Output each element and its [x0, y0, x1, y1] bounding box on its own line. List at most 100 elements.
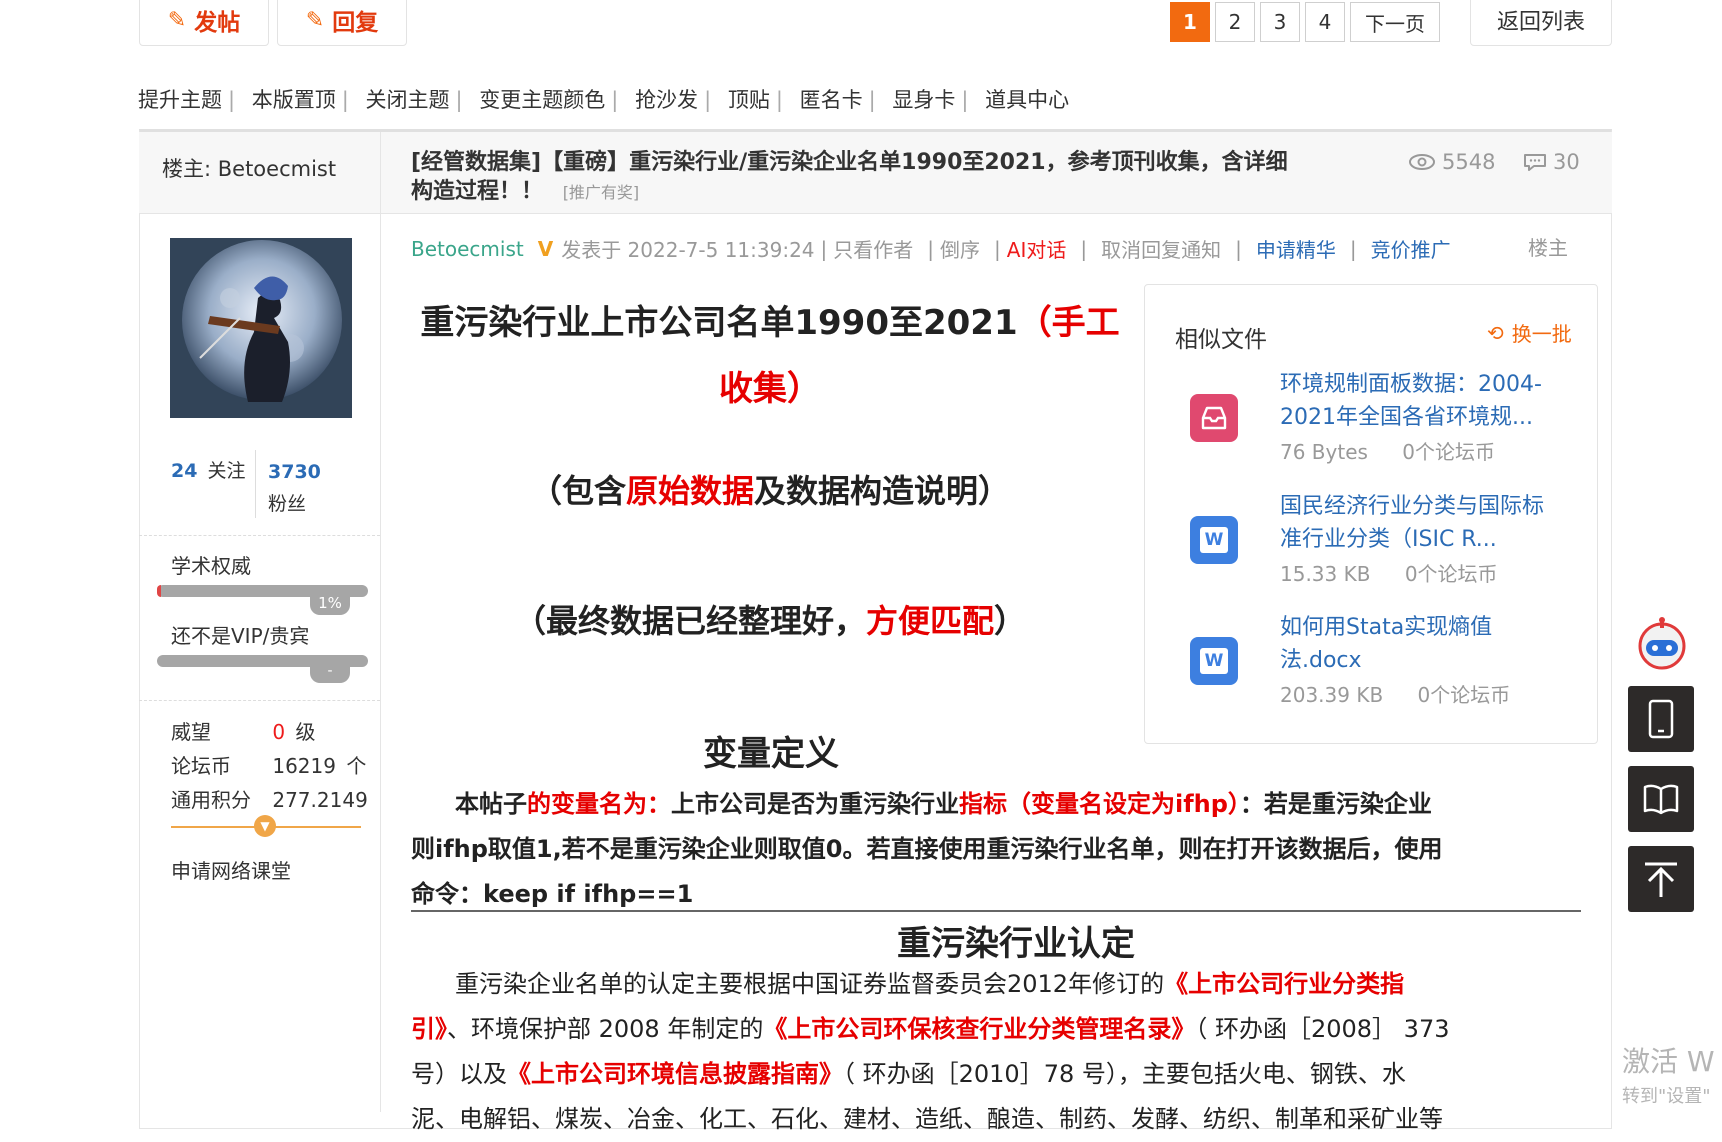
headline-red-1: （手工 [1017, 303, 1120, 343]
var-p-c: ：若是重污染企业 [1239, 790, 1432, 818]
mobile-view-button[interactable] [1628, 686, 1694, 752]
reading-mode-button[interactable] [1628, 766, 1694, 832]
similar-file-name: 如何用Stata实现熵值 法.docx [1280, 611, 1492, 677]
ai-chat-link[interactable]: AI对话 [1007, 234, 1067, 263]
ind-p4: 泥、电解铝、煤炭、冶金、化工、石化、建材、造纸、酿造、制药、发酵、纺织、制革和采… [411, 1105, 1443, 1133]
back-to-list-button[interactable]: 返回列表 [1470, 0, 1612, 46]
sub1-a: （包含 [529, 472, 626, 510]
var-p-red2: 指标（变量名设定为ifhp） [959, 790, 1240, 818]
activation-watermark: 激活 W 转到"设置" [1622, 1040, 1715, 1108]
following-stat[interactable]: 24 关注 [171, 456, 246, 483]
verified-icon: V [537, 236, 554, 261]
comment-icon [1524, 154, 1546, 171]
similar-file-name: 环境规制面板数据：2004- 2021年全国各省环境规... [1280, 368, 1542, 434]
content-subtitle-2: （最终数据已经整理好，方便匹配） [420, 596, 1120, 642]
toolbar-item-sofa[interactable]: 抢沙发 [635, 88, 698, 112]
arrow-up-icon [1645, 862, 1677, 897]
prestige-label: 威望 [171, 720, 211, 744]
followers-stat[interactable]: 3730 粉丝 [268, 456, 321, 520]
post-author-link[interactable]: Betoecmist [411, 237, 524, 261]
headline-red-2: 收集） [719, 369, 821, 409]
toolbar-item-pin[interactable]: 本版置顶 [252, 88, 336, 112]
vip-badge-text: - [327, 663, 333, 679]
new-post-button[interactable]: ✎ 发帖 [139, 0, 269, 46]
reply-button[interactable]: ✎ 回复 [277, 0, 407, 46]
floor-label: 楼主 [1528, 236, 1568, 260]
toolbar-item-promote[interactable]: 提升主题 [138, 88, 222, 112]
toolbar-item-show-card[interactable]: 显身卡 [892, 88, 955, 112]
toolbar-item-anon-card[interactable]: 匿名卡 [800, 88, 863, 112]
ind-p2-red1: 引》 [411, 1015, 447, 1043]
views-count: 5548 [1442, 150, 1496, 174]
reply-label: 回复 [332, 10, 379, 36]
coins-label: 论坛币 [171, 754, 231, 778]
thread-author-label: 楼主: Betoecmist [162, 157, 337, 181]
moderation-toolbar: 提升主题 | 本版置顶 | 关闭主题 | 变更主题颜色 | 抢沙发 | 顶贴 | 匿名卡 | … [138, 88, 1070, 112]
apply-course-link[interactable]: 申请网络课堂 [171, 855, 291, 884]
similar-file-meta: 203.39 KB 0个论坛币 [1280, 679, 1510, 708]
coins-row: 论坛币 16219 个 [171, 749, 368, 783]
file-price: 0个论坛币 [1417, 683, 1511, 707]
word-icon: W [1190, 516, 1238, 564]
headline-black: 重污染行业上市公司名单1990至2021 [420, 303, 1018, 343]
toolbar-item-close[interactable]: 关闭主题 [366, 88, 450, 112]
academic-label: 学术权威 [171, 554, 251, 578]
file-name-line1: 如何用Stata实现熵值 [1280, 615, 1493, 640]
archive-icon [1190, 394, 1238, 442]
similar-file-name: 国民经济行业分类与国际标 准行业分类（ISIC R... [1280, 490, 1544, 556]
similar-file-meta: 15.33 KB 0个论坛币 [1280, 558, 1498, 587]
ind-p3-red: 《上市公司环境信息披露指南》 [507, 1060, 843, 1088]
toolbar-item-color[interactable]: 变更主题颜色 [479, 88, 605, 112]
similar-file-item[interactable]: 环境规制面板数据：2004- 2021年全国各省环境规... 76 Bytes … [1188, 368, 1588, 468]
watermark-line2: 转到"设置" [1622, 1086, 1711, 1107]
post-meta: Betoecmist V 发表于 2022-7-5 11:39:24 | 只看作… [411, 234, 1451, 263]
sub2-red: 方便匹配 [865, 602, 994, 640]
vip-badge: - [310, 663, 350, 683]
var-p-b: 上市公司是否为重污染行业 [671, 790, 959, 818]
phone-icon [1648, 699, 1674, 739]
next-page-button[interactable]: 下一页 [1350, 2, 1440, 42]
page-1[interactable]: 1 [1170, 2, 1210, 42]
ind-p3-b: （ 环办函［2010］78 号），主要包括火电、钢铁、水 [843, 1060, 1406, 1088]
pencil-icon: ✎ [305, 7, 325, 33]
toolbar-item-props[interactable]: 道具中心 [985, 88, 1069, 112]
expand-icon[interactable]: ▼ [254, 815, 276, 837]
followers-label: 粉丝 [268, 493, 307, 515]
cancel-notice-link[interactable]: 取消回复通知 [1101, 234, 1221, 263]
back-to-top-button[interactable] [1628, 846, 1694, 912]
file-name-line2: 2021年全国各省环境规... [1280, 405, 1533, 430]
file-size: 203.39 KB [1280, 683, 1384, 707]
robot-assistant-icon[interactable] [1632, 616, 1692, 676]
views-stat: 5548 [1408, 150, 1495, 174]
refresh-button[interactable]: ⟲ 换一批 [1487, 318, 1572, 347]
page-4[interactable]: 4 [1305, 2, 1345, 42]
avatar[interactable] [170, 238, 352, 418]
file-price: 0个论坛币 [1402, 440, 1496, 464]
similar-file-item[interactable]: W 如何用Stata实现熵值 法.docx 203.39 KB 0个论坛币 [1188, 611, 1588, 711]
points-label: 通用积分 [171, 788, 251, 812]
academic-percent: 1% [318, 594, 342, 612]
bid-promo-link[interactable]: 竞价推广 [1371, 234, 1451, 263]
ind-p3-a: 号）以及 [411, 1060, 507, 1088]
replies-count: 30 [1553, 150, 1580, 174]
page-3[interactable]: 3 [1260, 2, 1300, 42]
sub2-b: ） [994, 602, 1027, 640]
prestige-value: 0 [272, 720, 286, 744]
ind-p1-red: 《上市公司行业分类指 [1164, 970, 1405, 998]
similar-file-item[interactable]: W 国民经济行业分类与国际标 准行业分类（ISIC R... 15.33 KB … [1188, 490, 1588, 590]
toolbar-item-bump[interactable]: 顶贴 [728, 88, 770, 112]
following-label: 关注 [207, 460, 246, 482]
back-to-list-label: 返回列表 [1496, 10, 1585, 35]
reverse-order-link[interactable]: 倒序 [940, 234, 980, 263]
page-2[interactable]: 2 [1215, 2, 1255, 42]
only-author-link[interactable]: 只看作者 [833, 234, 913, 263]
coins-unit: 个 [346, 754, 367, 778]
sidebar-divider [139, 535, 380, 536]
book-icon [1643, 784, 1679, 815]
ind-p2-b: （ 环办函［2008］ 373 [1195, 1015, 1450, 1043]
promo-tag[interactable]: [推广有奖] [563, 183, 640, 202]
file-name-line2: 准行业分类（ISIC R... [1280, 527, 1497, 552]
variable-paragraph: 本帖子的变量名为：上市公司是否为重污染行业指标（变量名设定为ifhp）：若是重污… [411, 782, 1591, 917]
apply-digest-link[interactable]: 申请精华 [1256, 234, 1336, 263]
sidebar-divider [139, 700, 380, 701]
